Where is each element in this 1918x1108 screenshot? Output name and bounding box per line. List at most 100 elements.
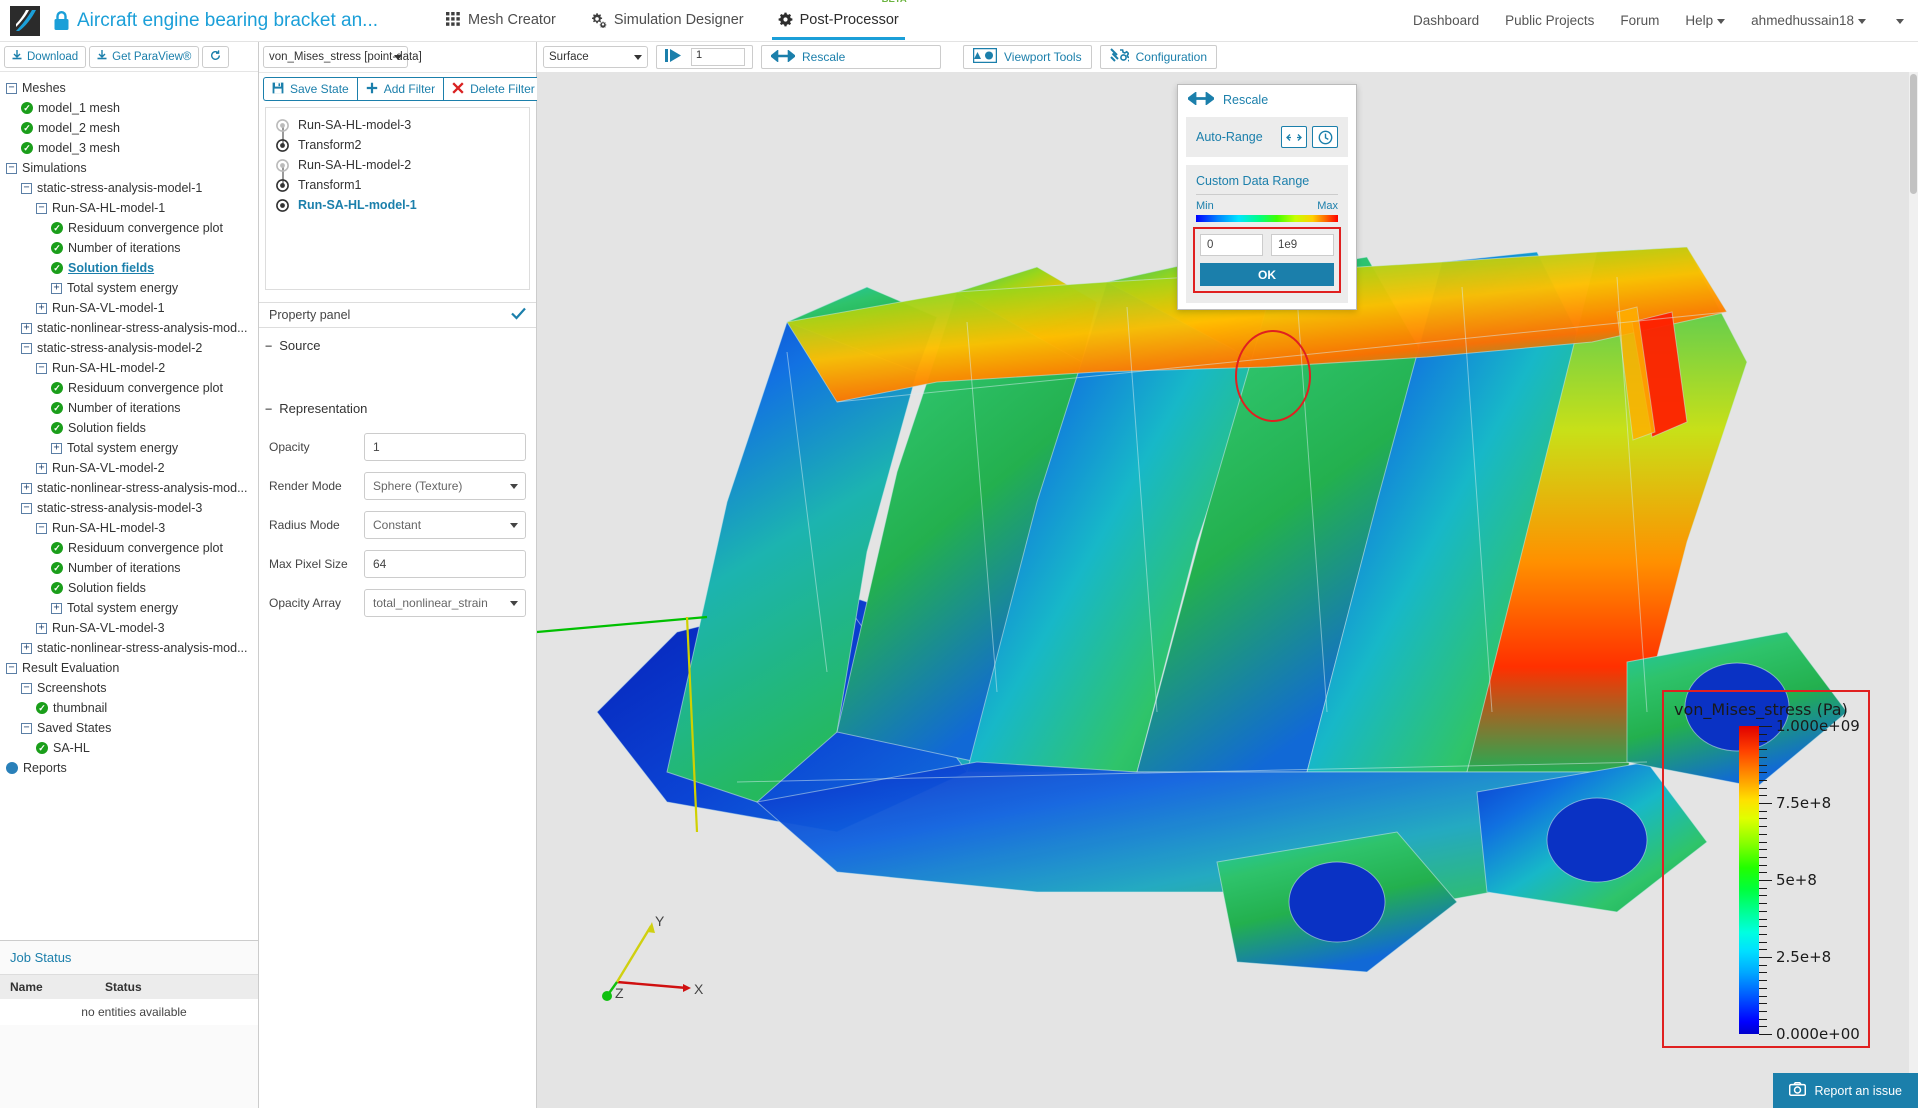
property-select[interactable]: Constant — [364, 511, 526, 539]
property-input[interactable]: 1 — [364, 433, 526, 461]
tree-node[interactable]: ✓Number of iterations — [6, 558, 258, 578]
clock-icon[interactable] — [1312, 126, 1338, 148]
eye-hidden-icon[interactable] — [276, 119, 289, 132]
configuration-button[interactable]: Configuration — [1100, 45, 1217, 69]
tree-node[interactable]: +static-nonlinear-stress-analysis-mod... — [6, 318, 258, 338]
tree-node[interactable]: Reports — [6, 758, 258, 778]
tab-mesh-creator[interactable]: Mesh Creator — [444, 2, 558, 40]
eye-visible-icon[interactable] — [276, 179, 289, 192]
eye-visible-icon[interactable] — [276, 139, 289, 152]
tree-node[interactable]: −static-stress-analysis-model-2 — [6, 338, 258, 358]
status-ok-icon: ✓ — [51, 382, 63, 394]
legend-tick — [1759, 765, 1767, 766]
legend-tick — [1759, 842, 1767, 843]
tree-node-label: Run-SA-HL-model-1 — [52, 198, 165, 218]
add-filter-button[interactable]: Add Filter — [357, 77, 443, 101]
viewport-scrollbar[interactable] — [1909, 72, 1918, 1108]
refresh-button[interactable] — [202, 46, 229, 68]
tree-node[interactable]: −static-stress-analysis-model-3 — [6, 498, 258, 518]
property-select[interactable]: total_nonlinear_strain — [364, 589, 526, 617]
tab-simulation-designer[interactable]: Simulation Designer — [588, 2, 746, 40]
section-source[interactable]: − Source — [259, 328, 536, 361]
legend-tick — [1759, 1003, 1767, 1004]
eye-hidden-icon[interactable] — [276, 159, 289, 172]
tree-node[interactable]: ✓model_1 mesh — [6, 98, 258, 118]
pipeline-item[interactable]: Run-SA-HL-model-3 — [266, 115, 529, 135]
section-representation[interactable]: − Representation — [259, 361, 536, 424]
nav-user-menu[interactable]: ahmedhussain18 — [1751, 13, 1866, 28]
tree-node[interactable]: −Meshes — [6, 78, 258, 98]
property-input[interactable]: 64 — [364, 550, 526, 578]
nav-overflow-menu[interactable] — [1892, 13, 1904, 28]
tree-node[interactable]: −Screenshots — [6, 678, 258, 698]
tree-node[interactable]: −Run-SA-HL-model-3 — [6, 518, 258, 538]
ok-button[interactable]: OK — [1200, 263, 1334, 286]
download-button[interactable]: Download — [4, 46, 86, 68]
tree-node-label: static-nonlinear-stress-analysis-mod... — [37, 318, 248, 338]
tree-node[interactable]: +static-nonlinear-stress-analysis-mod... — [6, 478, 258, 498]
tree-node[interactable]: ✓Residuum convergence plot — [6, 378, 258, 398]
legend-tick — [1759, 772, 1767, 773]
delete-filter-button[interactable]: Delete Filter — [443, 77, 544, 101]
tree-node[interactable]: −Run-SA-HL-model-2 — [6, 358, 258, 378]
tree-node[interactable]: ✓Solution fields — [6, 418, 258, 438]
tree-node[interactable]: ✓Solution fields — [6, 578, 258, 598]
get-paraview-button[interactable]: Get ParaView® — [89, 46, 199, 68]
tree-node[interactable]: ✓model_2 mesh — [6, 118, 258, 138]
tree-node[interactable]: ✓SA-HL — [6, 738, 258, 758]
range-max-input[interactable]: 1e9 — [1271, 234, 1334, 256]
pipeline-item[interactable]: Run-SA-HL-model-1 — [266, 195, 529, 215]
tab-post-processor[interactable]: Post-Processor BETA — [776, 2, 901, 40]
tree-node[interactable]: −Run-SA-HL-model-1 — [6, 198, 258, 218]
save-state-button[interactable]: Save State — [263, 77, 357, 101]
property-label: Opacity — [269, 440, 364, 454]
tree-node[interactable]: ✓model_3 mesh — [6, 138, 258, 158]
field-select[interactable]: von_Mises_stress [point-data] — [263, 46, 408, 68]
tree-node[interactable]: +static-nonlinear-stress-analysis-mod... — [6, 638, 258, 658]
legend-tick — [1759, 934, 1767, 935]
eye-visible-icon[interactable] — [276, 199, 289, 212]
tree-node[interactable]: +Run-SA-VL-model-3 — [6, 618, 258, 638]
tree-node[interactable]: −Simulations — [6, 158, 258, 178]
tree-node[interactable]: −Result Evaluation — [6, 658, 258, 678]
x-icon — [452, 82, 464, 97]
tree-node[interactable]: −static-stress-analysis-model-1 — [6, 178, 258, 198]
nav-forum[interactable]: Forum — [1620, 13, 1659, 28]
report-issue-button[interactable]: Report an issue — [1773, 1073, 1918, 1108]
pipeline-item[interactable]: Transform1 — [266, 175, 529, 195]
tree-node[interactable]: ✓Residuum convergence plot — [6, 538, 258, 558]
play-icon[interactable] — [664, 48, 684, 66]
range-min-input[interactable]: 0 — [1200, 234, 1263, 256]
tree-node[interactable]: +Run-SA-VL-model-1 — [6, 298, 258, 318]
simscale-logo-icon[interactable] — [8, 4, 42, 38]
collapse-icon: − — [21, 683, 32, 694]
rescale-popup: Rescale Auto-Range Custom Data Range Min — [1177, 84, 1357, 310]
nav-public-projects[interactable]: Public Projects — [1505, 13, 1594, 28]
tree-node[interactable]: +Total system energy — [6, 438, 258, 458]
tree-node[interactable]: −Saved States — [6, 718, 258, 738]
nav-dashboard[interactable]: Dashboard — [1413, 13, 1479, 28]
tree-node[interactable]: ✓Number of iterations — [6, 238, 258, 258]
status-ok-icon: ✓ — [51, 402, 63, 414]
pipeline-item[interactable]: Run-SA-HL-model-2 — [266, 155, 529, 175]
tree-node[interactable]: ✓Number of iterations — [6, 398, 258, 418]
property-select[interactable]: Sphere (Texture) — [364, 472, 526, 500]
timestep-input[interactable]: 1 — [691, 48, 745, 66]
tree-node[interactable]: ✓Solution fields — [6, 258, 258, 278]
scrollbar-thumb[interactable] — [1910, 74, 1917, 194]
tree-node[interactable]: +Run-SA-VL-model-2 — [6, 458, 258, 478]
rescale-button[interactable]: Rescale — [761, 45, 941, 69]
tree-node[interactable]: +Total system energy — [6, 278, 258, 298]
colormap-preview — [1196, 215, 1338, 222]
tree-node-label: static-stress-analysis-model-3 — [37, 498, 202, 518]
tree-node[interactable]: ✓thumbnail — [6, 698, 258, 718]
tree-node[interactable]: +Total system energy — [6, 598, 258, 618]
representation-select[interactable]: Surface — [543, 46, 648, 68]
nav-help[interactable]: Help — [1685, 13, 1725, 28]
tree-node[interactable]: ✓Residuum convergence plot — [6, 218, 258, 238]
pipeline-item[interactable]: Transform2 — [266, 135, 529, 155]
rescale-popup-header[interactable]: Rescale — [1178, 85, 1356, 117]
property-value: 1 — [373, 440, 380, 454]
viewport-tools-button[interactable]: Viewport Tools — [963, 45, 1092, 69]
arrows-expand-icon[interactable] — [1281, 126, 1307, 148]
